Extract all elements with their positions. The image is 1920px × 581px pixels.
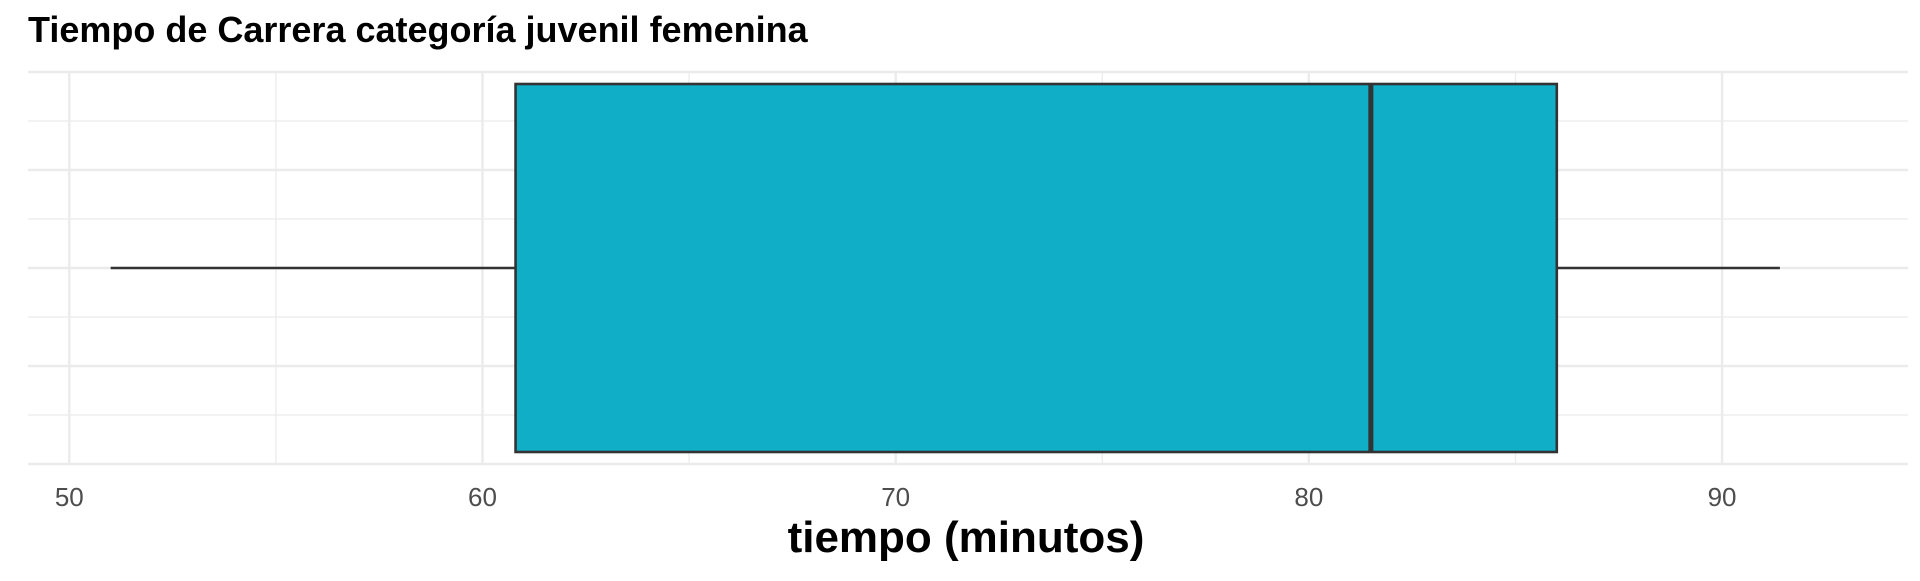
box-plot [110,82,1780,454]
x-tick-label: 80 [1294,482,1323,512]
x-tick-label: 70 [881,482,910,512]
x-tick-label: 60 [468,482,497,512]
iqr-box [514,82,1559,454]
x-axis-ticks: 50 60 70 80 90 [55,482,1737,512]
chart-title: Tiempo de Carrera categoría juvenil feme… [28,9,809,50]
x-tick-label: 50 [55,482,84,512]
x-axis-label: tiempo (minutos) [788,513,1145,562]
boxplot-chart: Tiempo de Carrera categoría juvenil feme… [28,9,1908,562]
chart: Tiempo de Carrera categoría juvenil feme… [0,0,1920,576]
x-tick-label: 90 [1708,482,1737,512]
